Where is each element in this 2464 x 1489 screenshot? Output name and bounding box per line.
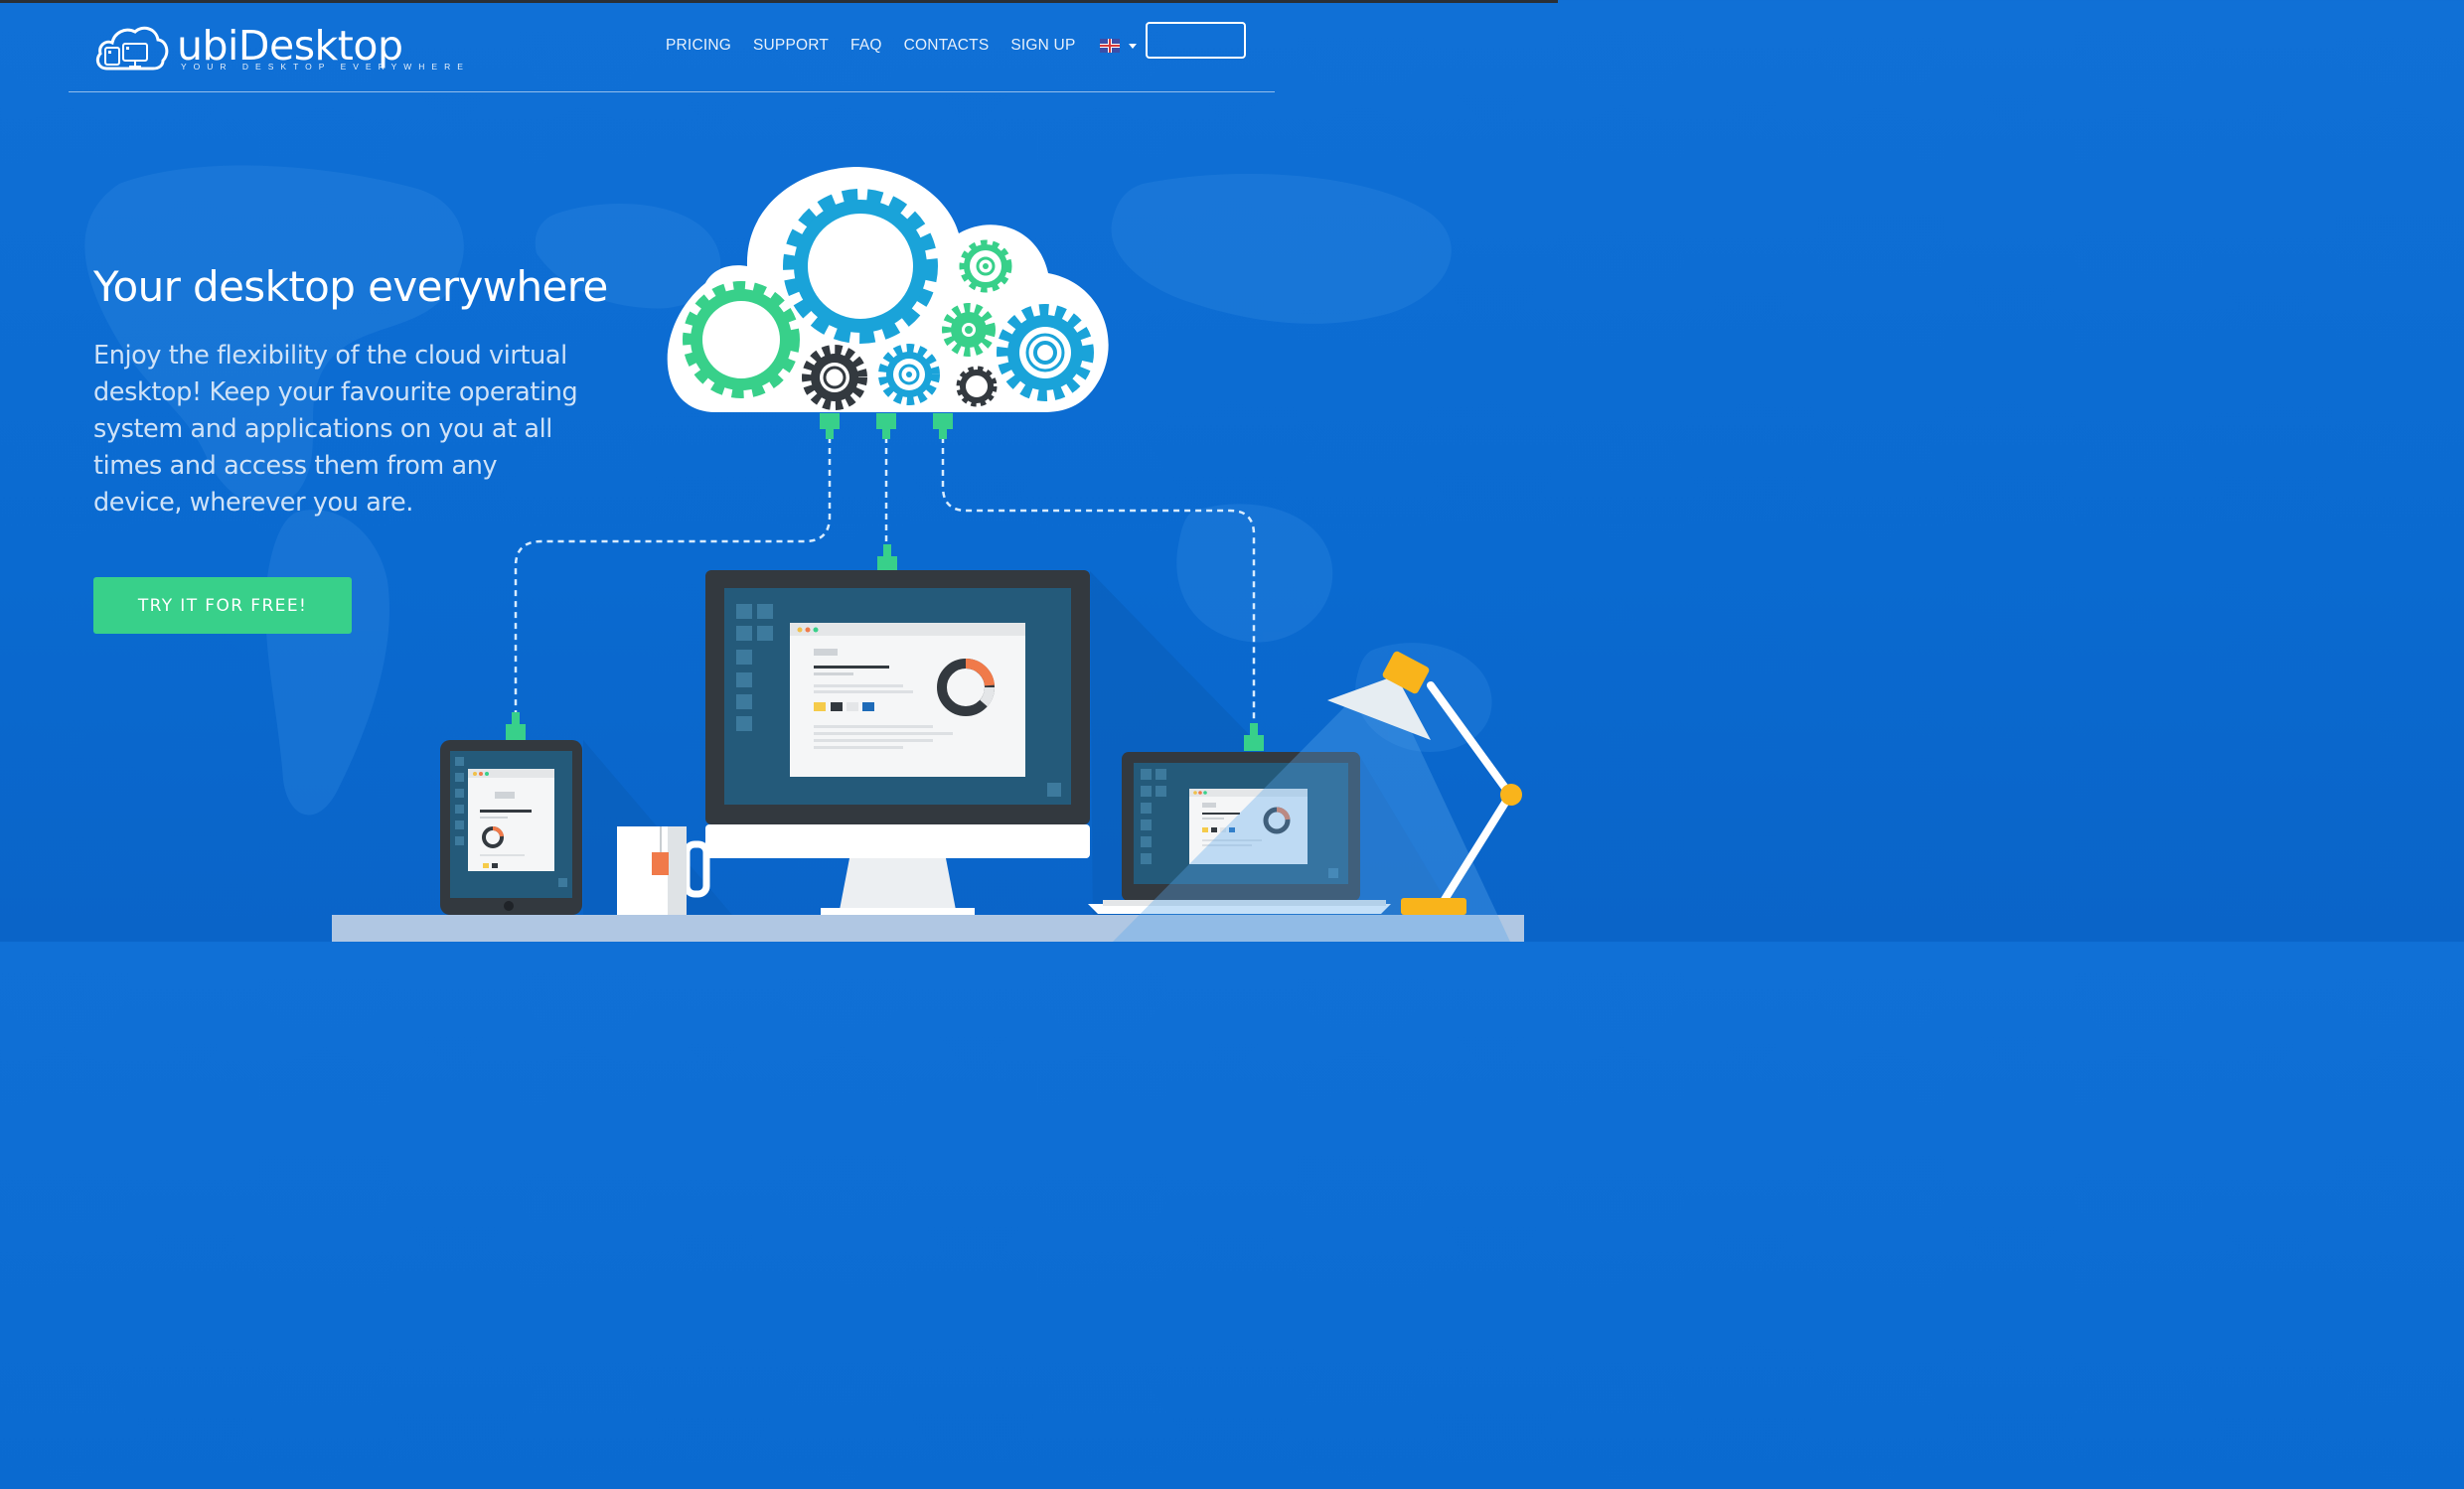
cloud-devices-illustration [332, 167, 1524, 942]
desktop-monitor [705, 570, 1090, 915]
tablet-device [440, 740, 582, 915]
